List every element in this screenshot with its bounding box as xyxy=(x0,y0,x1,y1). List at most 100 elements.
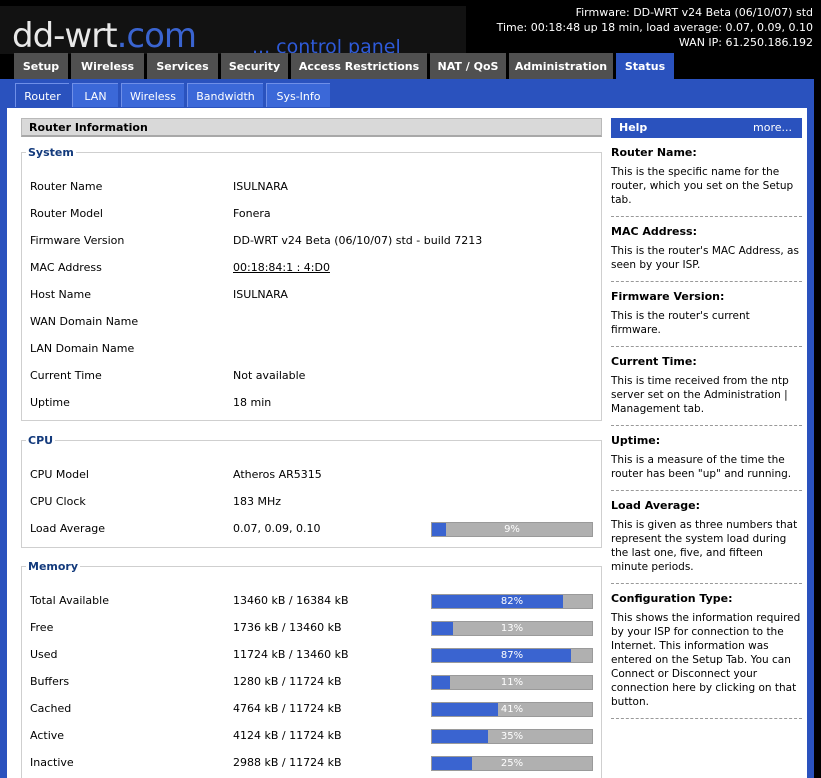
row-label: Active xyxy=(30,729,65,742)
help-section: Router Name: This is the specific name fo… xyxy=(611,138,802,217)
row-label: Firmware Version xyxy=(30,234,125,247)
tab-wireless[interactable]: Wireless xyxy=(71,53,144,79)
row-label: Inactive xyxy=(30,756,74,769)
memory-row: Used 11724 kB / 13460 kB 87% xyxy=(30,645,595,665)
row-label: Used xyxy=(30,648,58,661)
row-label: Host Name xyxy=(30,288,91,301)
help-section-title: Current Time: xyxy=(611,355,697,368)
current-time-value: Not available xyxy=(233,369,306,382)
progress-bar: 13% xyxy=(431,621,593,636)
wan-ip-info: WAN IP: 61.250.186.192 xyxy=(678,36,813,49)
help-section-text: This shows the information required by y… xyxy=(611,612,801,708)
help-section-text: This is a measure of the time the router… xyxy=(611,454,792,480)
subtab-router[interactable]: Router xyxy=(15,83,69,107)
info-row: Host Name ISULNARA xyxy=(30,285,595,305)
logo: dd-wrt.com ... control panel xyxy=(0,6,466,58)
row-label: Load Average xyxy=(30,522,106,535)
info-row: Firmware Version DD-WRT v24 Beta (06/10/0… xyxy=(30,231,595,251)
row-label: CPU Clock xyxy=(30,495,86,508)
info-row: MAC Address 00:18:84:1 : 4:D0 xyxy=(30,258,595,278)
row-value: 13460 kB / 16384 kB xyxy=(233,594,349,607)
system-legend: System xyxy=(28,146,74,159)
row-label: Total Available xyxy=(30,594,109,607)
help-more-link[interactable]: more... xyxy=(753,118,792,138)
row-value: 1280 kB / 11724 kB xyxy=(233,675,342,688)
help-section-title: Configuration Type: xyxy=(611,592,733,605)
tab-administration[interactable]: Administration xyxy=(509,53,613,79)
help-section-title: Firmware Version: xyxy=(611,290,725,303)
help-section: Uptime: This is a measure of the time the… xyxy=(611,426,802,491)
memory-legend: Memory xyxy=(28,560,79,573)
memory-row: Cached 4764 kB / 11724 kB 41% xyxy=(30,699,595,719)
memory-row: Active 4124 kB / 11724 kB 35% xyxy=(30,726,595,746)
subtab-lan[interactable]: LAN xyxy=(72,83,118,107)
tab-access-restrictions[interactable]: Access Restrictions xyxy=(291,53,427,79)
progress-label: 35% xyxy=(500,731,524,742)
row-value: 1736 kB / 13460 kB xyxy=(233,621,342,634)
load-average-value: 0.07, 0.09, 0.10 xyxy=(233,522,321,535)
tab-nat-qos[interactable]: NAT / QoS xyxy=(430,53,506,79)
progress-bar: 35% xyxy=(431,729,593,744)
progress-label: 13% xyxy=(500,623,524,634)
page-title: Router Information xyxy=(21,118,602,137)
row-label: LAN Domain Name xyxy=(30,342,135,355)
help-section-title: MAC Address: xyxy=(611,225,698,238)
progress-label: 9% xyxy=(504,524,520,535)
uptime-value: 18 min xyxy=(233,396,272,409)
row-label: Current Time xyxy=(30,369,102,382)
info-row: Load Average 0.07, 0.09, 0.10 9% xyxy=(30,519,595,539)
tab-security[interactable]: Security xyxy=(221,53,288,79)
help-header: Help more... xyxy=(611,118,802,138)
progress-label: 25% xyxy=(500,758,524,769)
firmware-version-value: DD-WRT v24 Beta (06/10/07) std - build 7… xyxy=(233,234,483,247)
row-label: Router Name xyxy=(30,180,103,193)
help-section-text: This is the router's MAC Address, as see… xyxy=(611,245,799,271)
row-label: MAC Address xyxy=(30,261,102,274)
help-section-title: Uptime: xyxy=(611,434,661,447)
help-section-text: This is the specific name for the router… xyxy=(611,166,794,206)
help-section-title: Router Name: xyxy=(611,146,697,159)
row-label: Cached xyxy=(30,702,72,715)
logo-dotcom: .com xyxy=(116,16,197,56)
status-info: Firmware: DD-WRT v24 Beta (06/10/07) std… xyxy=(497,5,813,50)
tab-setup[interactable]: Setup xyxy=(14,53,68,79)
row-label: Router Model xyxy=(30,207,103,220)
memory-row: Free 1736 kB / 13460 kB 13% xyxy=(30,618,595,638)
progress-bar: 87% xyxy=(431,648,593,663)
mac-address-link[interactable]: 00:18:84:1 : 4:D0 xyxy=(233,258,330,278)
info-row: Current Time Not available xyxy=(30,366,595,386)
help-title: Help xyxy=(619,121,648,134)
tab-status[interactable]: Status xyxy=(616,53,674,80)
logo-main: dd-wrt xyxy=(12,16,118,56)
help-section-text: This is the router's current firmware. xyxy=(611,310,750,336)
router-model-value: Fonera xyxy=(233,207,271,220)
cpu-section: CPU CPU Model Atheros AR5315 CPU Clock 183… xyxy=(21,434,602,548)
subtab-bandwidth[interactable]: Bandwidth xyxy=(187,83,263,107)
system-section: System Router Name ISULNARA Router Model F… xyxy=(21,146,602,421)
right-border xyxy=(814,79,821,778)
host-name-value: ISULNARA xyxy=(233,288,288,301)
help-section-text: This is time received from the ntp serve… xyxy=(611,375,789,415)
load-average-bar: 9% xyxy=(431,522,593,537)
help-section: MAC Address: This is the router's MAC Add… xyxy=(611,217,802,282)
help-section: Configuration Type: This shows the inform… xyxy=(611,584,802,719)
progress-label: 82% xyxy=(500,596,524,607)
subtab-wireless[interactable]: Wireless xyxy=(121,83,184,107)
subtab-sys-info[interactable]: Sys-Info xyxy=(266,83,330,107)
info-row: Uptime 18 min xyxy=(30,393,595,413)
progress-label: 87% xyxy=(500,650,524,661)
router-name-value: ISULNARA xyxy=(233,180,288,193)
help-section: Load Average: This is given as three numb… xyxy=(611,491,802,584)
progress-bar: 82% xyxy=(431,594,593,609)
info-row: Router Name ISULNARA xyxy=(30,177,595,197)
row-value: 4764 kB / 11724 kB xyxy=(233,702,342,715)
help-section: Current Time: This is time received from … xyxy=(611,347,802,426)
row-label: Free xyxy=(30,621,54,634)
info-row: CPU Clock 183 MHz xyxy=(30,492,595,512)
help-section-title: Load Average: xyxy=(611,499,701,512)
progress-label: 11% xyxy=(500,677,524,688)
progress-bar: 25% xyxy=(431,756,593,771)
help-section: Firmware Version: This is the router's cu… xyxy=(611,282,802,347)
memory-row: Buffers 1280 kB / 11724 kB 11% xyxy=(30,672,595,692)
tab-services[interactable]: Services xyxy=(147,53,218,79)
